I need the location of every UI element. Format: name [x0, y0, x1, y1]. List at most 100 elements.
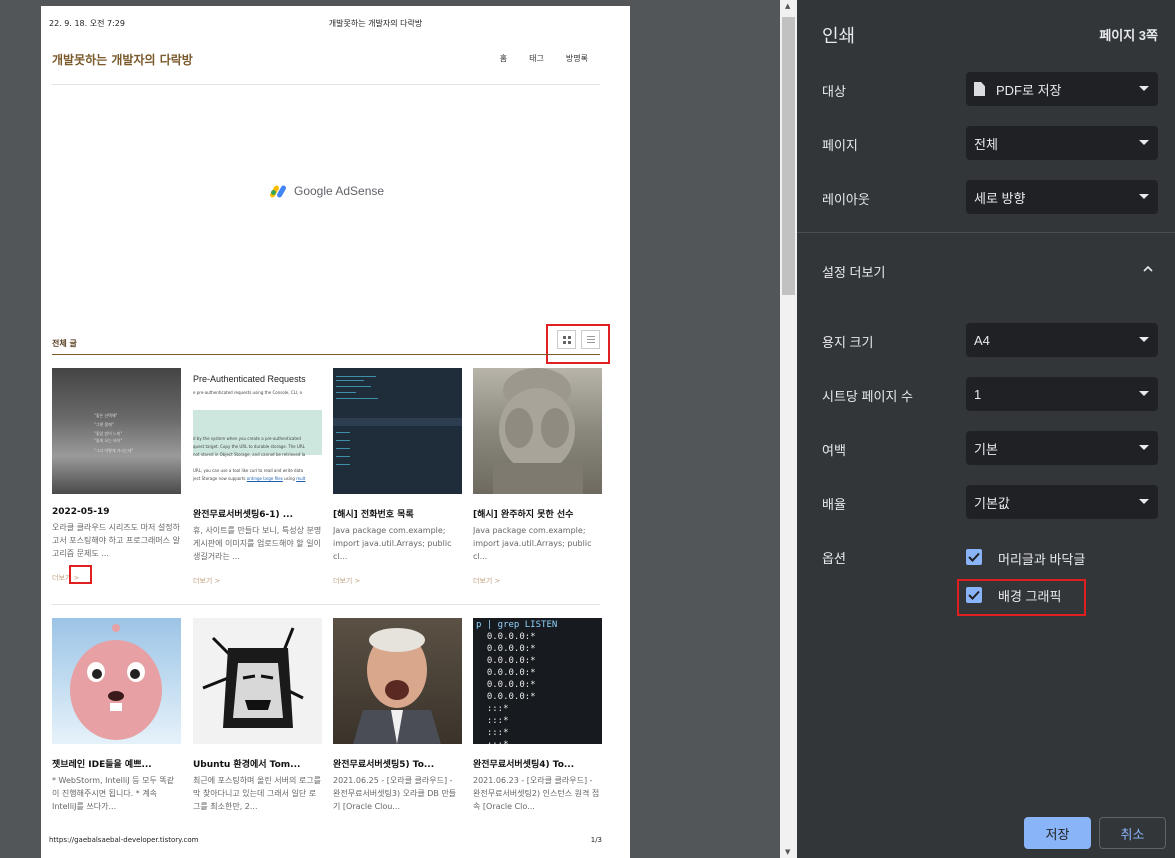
row-divider: [52, 604, 600, 605]
page-header-title: 개발못하는 개발자의 다락방: [328, 19, 423, 28]
cancel-button[interactable]: 취소: [1099, 817, 1166, 849]
annotation-highlight-view-toggle: [546, 324, 610, 364]
section-label: 전체 글: [52, 339, 77, 348]
page-footer-url: https://gaebalsaebal-developer.tistory.c…: [49, 836, 199, 844]
background-graphics-checkbox[interactable]: [966, 587, 982, 603]
post-excerpt: 2021.06.25 - [오라클 클라우드] - 완전무료서버셋팅3) 오라클…: [333, 776, 457, 811]
post-thumbnail: [333, 368, 462, 494]
dropdown-arrow-icon: [1139, 194, 1149, 199]
pages-per-sheet-select[interactable]: 1: [966, 377, 1158, 411]
pages-per-sheet-value: 1: [974, 386, 982, 402]
post-more-link: 더보기 >: [333, 577, 361, 585]
options-label: 옵션: [822, 551, 846, 566]
destination-label: 대상: [822, 84, 846, 99]
headers-footers-label[interactable]: 머리글과 바닥글: [998, 549, 1085, 568]
blog-title: 개발못하는 개발자의 다락방: [52, 53, 193, 67]
post-excerpt: 오라클 클라우드 시리즈도 마저 설정하고서 포스팅해야 하고 프로그래머스 알…: [52, 523, 180, 558]
margins-value: 기본: [974, 441, 998, 457]
dropdown-arrow-icon: [1139, 86, 1149, 91]
post-card: [해시] 전화번호 목록 Java package com.example; i…: [333, 368, 462, 586]
post-thumbnail: p | grep LISTEN 0.0.0.0:* 0.0.0.0:* 0.0.…: [473, 618, 602, 744]
print-title: 인쇄: [822, 26, 856, 46]
preview-scrollbar[interactable]: ▲ ▼: [780, 0, 797, 858]
post-thumbnail: Pre-Authenticated Requests e pre-authent…: [193, 368, 322, 494]
paper-size-label: 용지 크기: [822, 335, 874, 350]
post-title: 2022-05-19: [52, 507, 110, 517]
post-card: p | grep LISTEN 0.0.0.0:* 0.0.0.0:* 0.0.…: [473, 618, 602, 813]
settings-divider: [797, 232, 1175, 233]
destination-select[interactable]: PDF로 저장: [966, 72, 1158, 106]
post-more-link: 더보기 >: [473, 577, 501, 585]
post-title: 완전무료서버셋팅5) To...: [333, 760, 435, 770]
checkmark-icon: [968, 552, 980, 562]
scrollbar-thumb[interactable]: [782, 17, 795, 295]
post-title: 완전무료서버셋팅4) To...: [473, 760, 575, 770]
adsense-banner: Google AdSense: [269, 184, 385, 199]
file-icon: [974, 82, 985, 96]
post-excerpt: 2021.06.23 - [오라클 클라우드] - 완전무료서버셋팅2) 인스턴…: [473, 776, 600, 811]
more-settings-toggle[interactable]: 설정 더보기: [822, 262, 885, 281]
post-excerpt: 휴, 사이트를 만들다 보니, 특성상 분명 게시판에 이미지를 업로드해야 할…: [193, 526, 322, 561]
post-title: 완전무료서버셋팅6-1) ...: [193, 510, 294, 520]
background-graphics-label[interactable]: 배경 그래픽: [998, 586, 1061, 605]
post-card: 젯브레인 IDE들을 예쁘... * WebStorm, IntelliJ 등 …: [52, 618, 181, 813]
post-more-link: 더보기 >: [193, 577, 221, 585]
blog-nav: 홈 태그 방명록: [500, 53, 588, 64]
post-thumbnail: [193, 618, 322, 744]
pages-per-sheet-label: 시트당 페이지 수: [822, 389, 913, 404]
page-footer-number: 1/3: [590, 836, 602, 844]
preview-page: 22. 9. 18. 오전 7:29 개발못하는 개발자의 다락방 개발못하는 …: [41, 6, 630, 858]
paper-size-select[interactable]: A4: [966, 323, 1158, 357]
pages-value: 전체: [974, 136, 998, 152]
save-button[interactable]: 저장: [1024, 817, 1091, 849]
margins-select[interactable]: 기본: [966, 431, 1158, 465]
post-thumbnail: [333, 618, 462, 744]
post-card: Ubuntu 환경에서 Tom... 최근에 포스팅하며 올린 서버의 로그를 …: [193, 618, 322, 813]
post-thumbnail: "좋은 선택해" "그렇 몸에" "좋았 방이 느끼" "좋게 오는 바이" "…: [52, 368, 181, 494]
scale-value: 기본값: [974, 495, 1010, 511]
scale-select[interactable]: 기본값: [966, 485, 1158, 519]
nav-guestbook: 방명록: [565, 54, 588, 63]
scale-label: 배율: [822, 497, 846, 512]
post-excerpt: Java package com.example; import java.ut…: [473, 526, 592, 561]
post-excerpt: * WebStorm, IntelliJ 등 모두 똑같이 진행해주시면 됩니다…: [52, 776, 175, 811]
post-card: Pre-Authenticated Requests e pre-authent…: [193, 368, 322, 586]
pages-select[interactable]: 전체: [966, 126, 1158, 160]
pages-label: 페이지: [822, 138, 858, 153]
headers-footers-checkbox[interactable]: [966, 549, 982, 565]
post-thumbnail: [473, 368, 602, 494]
post-thumbnail: [52, 618, 181, 744]
adsense-logo-icon: [269, 184, 288, 199]
header-divider: [52, 84, 600, 85]
layout-select[interactable]: 세로 방향: [966, 180, 1158, 214]
print-preview-area: 22. 9. 18. 오전 7:29 개발못하는 개발자의 다락방 개발못하는 …: [0, 0, 780, 858]
paper-size-value: A4: [974, 332, 990, 348]
nav-tag: 태그: [529, 54, 544, 63]
dropdown-arrow-icon: [1139, 337, 1149, 342]
post-title: [해시] 전화번호 목록: [333, 510, 414, 520]
adsense-text: Google AdSense: [294, 184, 385, 198]
post-card: 완전무료서버셋팅5) To... 2021.06.25 - [오라클 클라우드]…: [333, 618, 462, 813]
post-card: "좋은 선택해" "그렇 몸에" "좋았 방이 느끼" "좋게 오는 바이" "…: [52, 368, 181, 583]
page-count: 페이지 3쪽: [1099, 28, 1158, 43]
checkmark-icon: [968, 590, 980, 600]
layout-label: 레이아웃: [822, 192, 870, 207]
print-settings-panel: 인쇄 페이지 3쪽 대상 PDF로 저장 페이지 전체 레이아웃 세로 방향 설…: [797, 0, 1175, 858]
annotation-highlight-more: [69, 565, 92, 584]
section-divider: [52, 354, 600, 355]
layout-value: 세로 방향: [974, 190, 1026, 206]
post-title: [해시] 완주하지 못한 선수: [473, 510, 574, 520]
nav-home: 홈: [499, 54, 508, 63]
dropdown-arrow-icon: [1139, 391, 1149, 396]
dropdown-arrow-icon: [1139, 140, 1149, 145]
dropdown-arrow-icon: [1139, 499, 1149, 504]
scroll-down-arrow-icon[interactable]: ▼: [785, 848, 790, 856]
post-excerpt: 최근에 포스팅하며 올린 서버의 로그를 막 찾아다니고 있는데 그래서 일단 …: [193, 776, 321, 811]
post-title: Ubuntu 환경에서 Tom...: [193, 760, 301, 770]
post-title: 젯브레인 IDE들을 예쁘...: [52, 760, 152, 770]
chevron-up-icon[interactable]: [1143, 264, 1153, 274]
scroll-up-arrow-icon[interactable]: ▲: [785, 2, 790, 10]
destination-value: PDF로 저장: [996, 82, 1062, 98]
dropdown-arrow-icon: [1139, 445, 1149, 450]
post-excerpt: Java package com.example; import java.ut…: [333, 526, 452, 561]
